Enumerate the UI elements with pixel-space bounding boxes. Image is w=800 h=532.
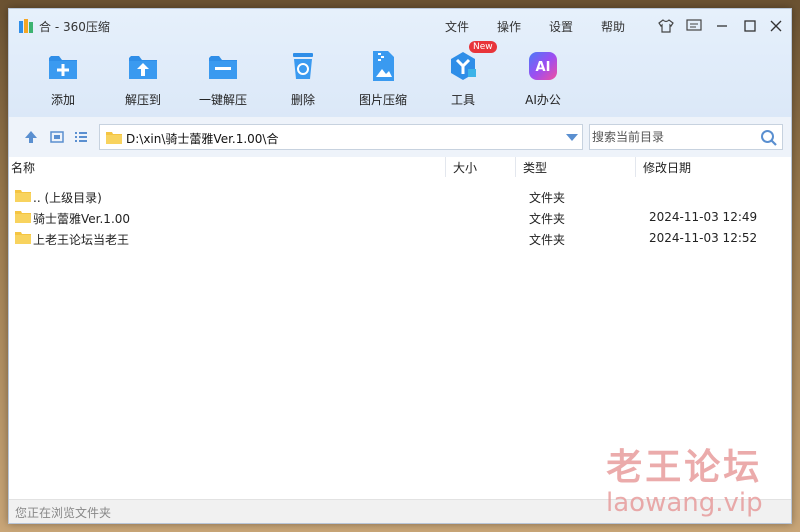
toolbar: 添加 解压到 一键解压 删除 图片压缩 New 工具 AI AI办公 (9, 41, 791, 113)
minimize-button[interactable] (713, 17, 731, 35)
one-click-extract-button[interactable]: 一键解压 (187, 47, 259, 108)
column-size[interactable]: 大小 (453, 159, 477, 176)
one-click-extract-label: 一键解压 (198, 93, 247, 107)
close-icon (770, 20, 782, 32)
app-window: 合 - 360压缩 文件 操作 设置 帮助 添加 解压到 一键解压 删除 图片压… (8, 8, 792, 524)
maximize-button[interactable] (741, 17, 759, 35)
file-type: 文件夹 (529, 212, 566, 226)
menu-help[interactable]: 帮助 (601, 18, 625, 35)
tools-icon (451, 52, 476, 80)
search-icon[interactable] (760, 129, 778, 147)
file-type: 文件夹 (529, 233, 566, 247)
skin-button[interactable] (657, 17, 675, 35)
image-compress-label: 图片压缩 (358, 93, 407, 107)
menu-file[interactable]: 文件 (445, 18, 469, 35)
file-type: 文件夹 (529, 191, 566, 205)
ai-office-button[interactable]: AI AI办公 (507, 47, 579, 108)
title-bar[interactable]: 合 - 360压缩 文件 操作 设置 帮助 (9, 9, 791, 43)
file-row-parent[interactable]: .. (上级目录) 文件夹 (9, 186, 791, 207)
extract-to-label: 解压到 (124, 93, 161, 107)
tshirt-icon (658, 19, 674, 33)
add-label: 添加 (50, 93, 75, 107)
file-name: 上老王论坛当老王 (33, 233, 130, 247)
ai-icon-text: AI (536, 60, 551, 75)
column-date[interactable]: 修改日期 (643, 159, 691, 176)
folder-icon (15, 211, 31, 223)
delete-button[interactable]: 删除 (267, 47, 339, 108)
file-row[interactable]: 骑士蕾雅Ver.1.00 文件夹 2024-11-03 12:49 (9, 207, 791, 228)
search-input[interactable] (592, 128, 752, 146)
menu-settings[interactable]: 设置 (549, 18, 573, 35)
new-badge: New (469, 41, 497, 53)
one-click-extract-icon (209, 56, 237, 79)
column-divider[interactable] (515, 157, 516, 177)
add-archive-icon (49, 56, 77, 79)
column-type[interactable]: 类型 (523, 159, 547, 176)
up-level-icon[interactable] (23, 129, 39, 145)
folder-icon (15, 190, 31, 202)
column-divider[interactable] (445, 157, 446, 177)
ai-office-label: AI办公 (525, 93, 561, 107)
minimize-icon (717, 25, 727, 27)
close-button[interactable] (767, 17, 785, 35)
search-field[interactable] (589, 124, 783, 150)
maximize-icon (744, 20, 756, 32)
file-date: 2024-11-03 12:52 (649, 231, 758, 245)
top-bar: 合 - 360压缩 文件 操作 设置 帮助 添加 解压到 一键解压 删除 图片压… (9, 9, 791, 117)
tools-button[interactable]: New 工具 (427, 41, 499, 108)
tools-label: 工具 (450, 93, 475, 107)
list-view-icon[interactable] (73, 129, 89, 145)
message-icon (686, 19, 702, 31)
image-compress-icon (373, 51, 394, 81)
extract-to-icon (129, 56, 157, 79)
file-row[interactable]: 上老王论坛当老王 文件夹 2024-11-03 12:52 (9, 228, 791, 249)
folder-icon (15, 232, 31, 244)
path-text: D:\xin\骑士蕾雅Ver.1.00\合 (126, 132, 279, 146)
thumbnail-view-icon[interactable] (49, 129, 65, 145)
status-text: 您正在浏览文件夹 (15, 506, 112, 520)
menu-operation[interactable]: 操作 (497, 18, 521, 35)
image-compress-button[interactable]: 图片压缩 (347, 47, 419, 108)
window-title: 合 - 360压缩 (39, 20, 110, 34)
path-input[interactable]: D:\xin\骑士蕾雅Ver.1.00\合 (99, 124, 583, 150)
extract-to-button[interactable]: 解压到 (107, 47, 179, 108)
delete-icon (293, 53, 313, 79)
path-dropdown-icon[interactable] (566, 134, 578, 141)
feedback-button[interactable] (685, 17, 703, 35)
file-name: 骑士蕾雅Ver.1.00 (33, 212, 131, 226)
folder-icon (106, 132, 122, 144)
file-date: 2024-11-03 12:49 (649, 210, 758, 224)
app-logo-icon (19, 19, 33, 33)
file-list: 名称 大小 类型 修改日期 .. (上级目录) 文件夹 骑士蕾雅Ver.1.00… (9, 157, 791, 499)
ai-office-icon: AI (529, 52, 557, 80)
add-button[interactable]: 添加 (27, 47, 99, 108)
status-bar: 您正在浏览文件夹 (9, 499, 791, 523)
column-divider[interactable] (635, 157, 636, 177)
address-bar: D:\xin\骑士蕾雅Ver.1.00\合 (9, 117, 791, 157)
delete-label: 删除 (290, 93, 315, 107)
file-name: .. (上级目录) (33, 191, 102, 205)
column-name[interactable]: 名称 (11, 159, 35, 176)
